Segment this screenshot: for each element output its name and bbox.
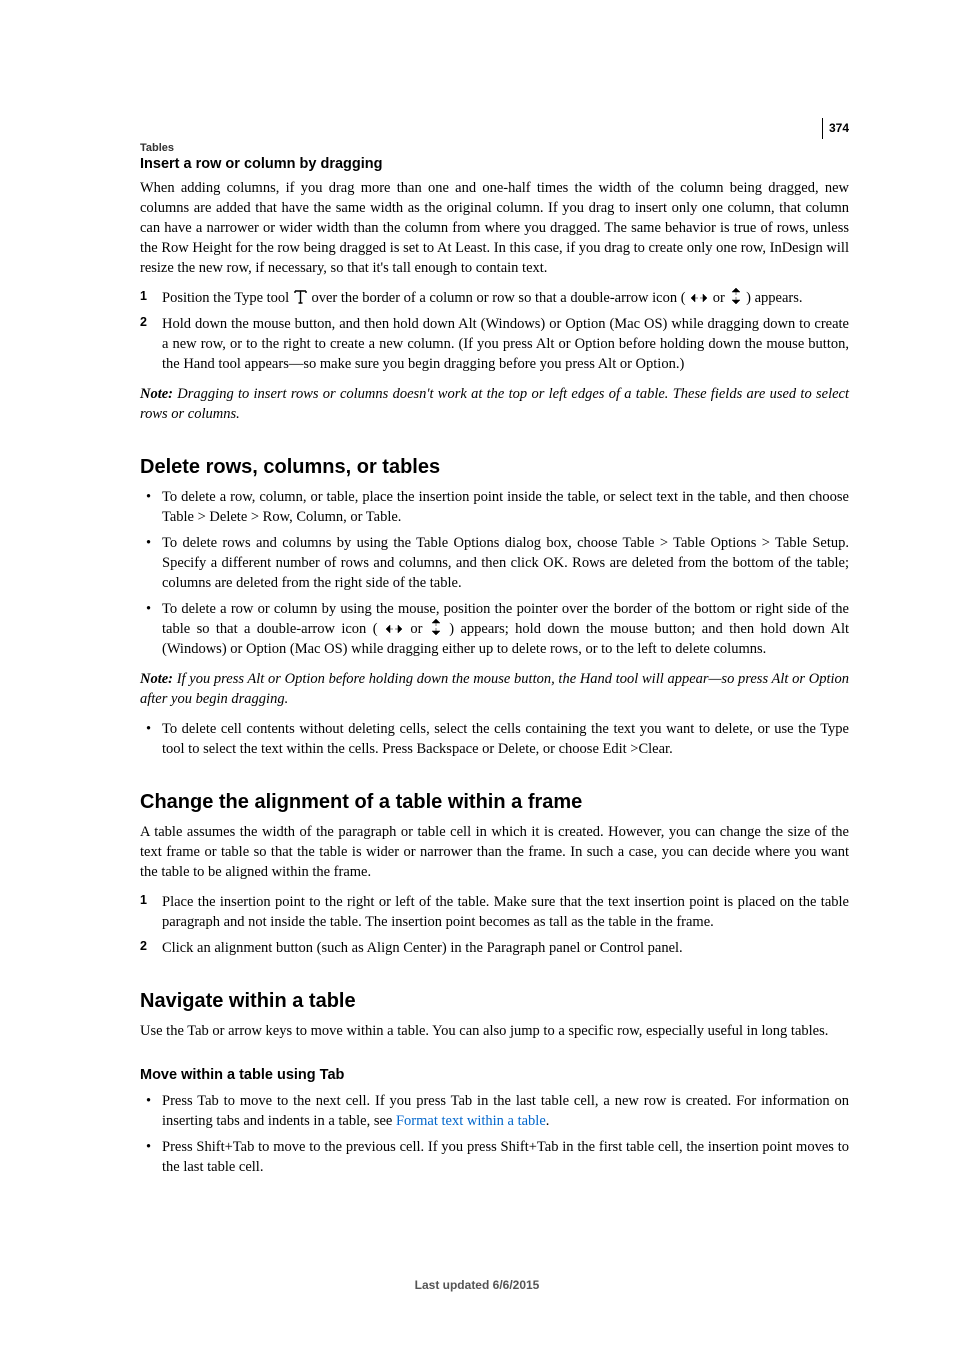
note-text: Dragging to insert rows or columns doesn… <box>140 386 849 422</box>
list-text: or <box>410 621 428 637</box>
list-item: To delete a row, column, or table, place… <box>140 487 849 527</box>
step-text: Position the Type tool <box>162 290 293 306</box>
step-number: 1 <box>140 892 147 909</box>
step-item: 2 Click an alignment button (such as Ali… <box>140 938 849 958</box>
vertical-double-arrow-icon <box>730 288 742 304</box>
step-item: 1 Position the Type tool over the border… <box>140 288 849 308</box>
step-item: 1 Place the insertion point to the right… <box>140 892 849 932</box>
type-tool-icon <box>294 289 307 304</box>
list-item: Press Tab to move to the next cell. If y… <box>140 1091 849 1131</box>
list-item: To delete rows and columns by using the … <box>140 533 849 593</box>
step-item: 2 Hold down the mouse button, and then h… <box>140 314 849 374</box>
paragraph: When adding columns, if you drag more th… <box>140 178 849 278</box>
note: Note: If you press Alt or Option before … <box>140 669 849 709</box>
note-text: If you press Alt or Option before holdin… <box>140 671 849 707</box>
note-label: Note: <box>140 386 177 402</box>
footer-updated: Last updated 6/6/2015 <box>0 1278 954 1292</box>
list-text: . <box>546 1113 550 1129</box>
step-text: Click an alignment button (such as Align… <box>162 940 683 956</box>
list-item: Press Shift+Tab to move to the previous … <box>140 1137 849 1177</box>
step-text: ) appears. <box>746 290 802 306</box>
horizontal-double-arrow-icon <box>690 292 708 304</box>
paragraph: A table assumes the width of the paragra… <box>140 822 849 882</box>
page-number: 374 <box>829 121 849 135</box>
step-number: 2 <box>140 938 147 955</box>
list-item: To delete cell contents without deleting… <box>140 719 849 759</box>
step-number: 2 <box>140 314 147 331</box>
page-number-container: 374 <box>822 118 849 139</box>
breadcrumb: Tables <box>140 142 174 154</box>
note: Note: Dragging to insert rows or columns… <box>140 384 849 424</box>
vertical-double-arrow-icon <box>430 619 442 635</box>
heading-insert-row-column: Insert a row or column by dragging <box>140 156 849 172</box>
step-text: over the border of a column or row so th… <box>311 290 689 306</box>
page: Tables 374 Insert a row or column by dra… <box>0 0 954 1350</box>
link-format-text[interactable]: Format text within a table <box>396 1113 546 1129</box>
list-item: To delete a row or column by using the m… <box>140 599 849 659</box>
step-number: 1 <box>140 288 147 305</box>
heading-navigate-table: Navigate within a table <box>140 990 849 1013</box>
step-text: or <box>713 290 729 306</box>
heading-change-alignment: Change the alignment of a table within a… <box>140 791 849 814</box>
paragraph: Use the Tab or arrow keys to move within… <box>140 1021 849 1041</box>
heading-delete-rows: Delete rows, columns, or tables <box>140 456 849 479</box>
note-label: Note: <box>140 671 177 687</box>
heading-move-using-tab: Move within a table using Tab <box>140 1067 849 1083</box>
step-text: Hold down the mouse button, and then hol… <box>162 316 849 372</box>
horizontal-double-arrow-icon <box>385 623 403 635</box>
step-text: Place the insertion point to the right o… <box>162 894 849 930</box>
